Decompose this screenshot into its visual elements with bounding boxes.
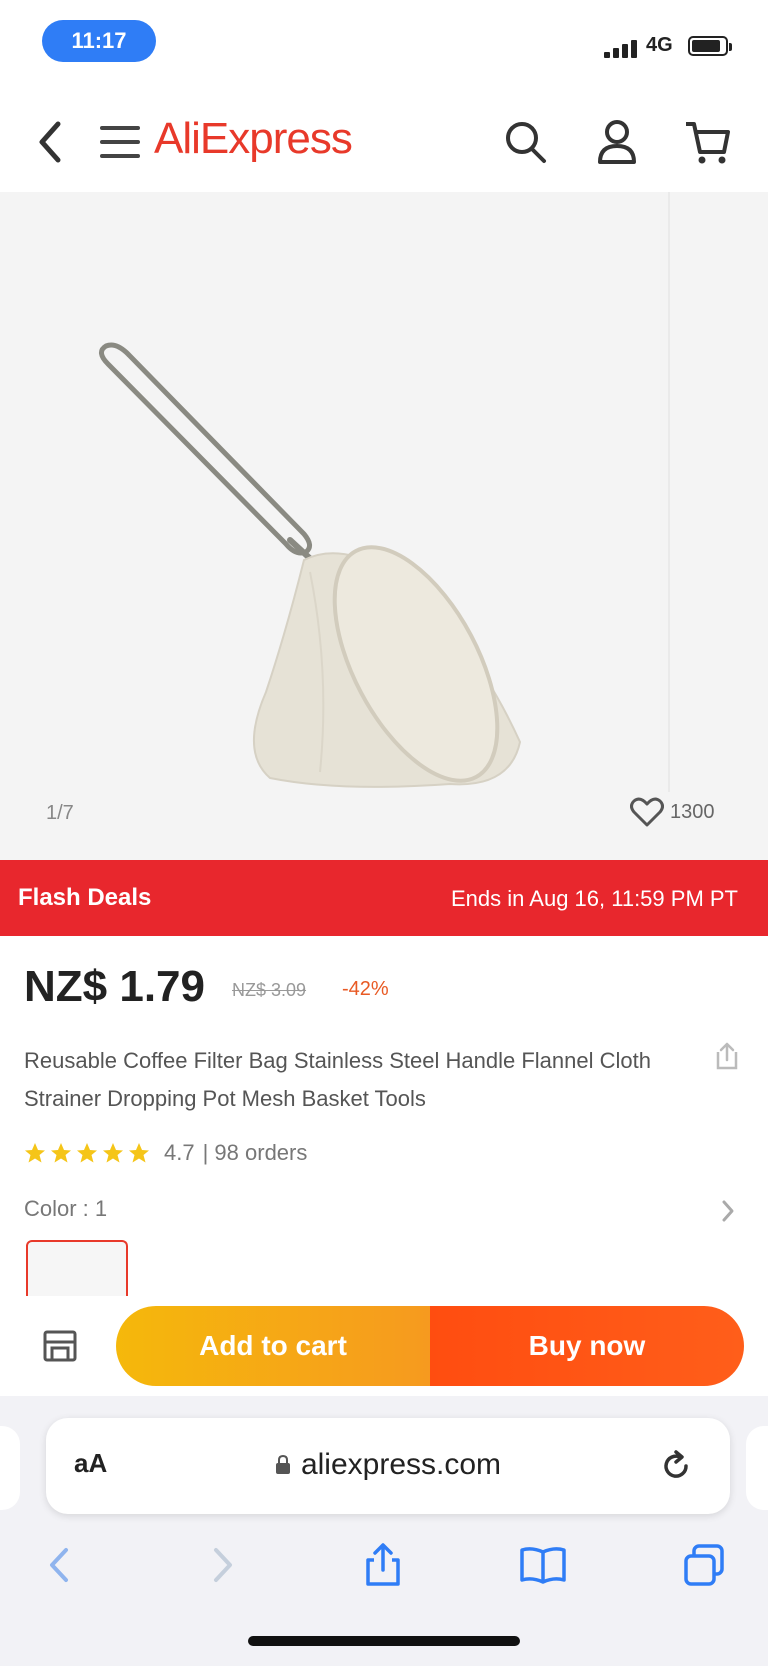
- status-time: 11:17: [42, 20, 156, 62]
- star-icon: [129, 1143, 149, 1163]
- signal-icon: [604, 38, 638, 58]
- search-icon[interactable]: [500, 116, 550, 168]
- star-icon: [25, 1143, 45, 1163]
- wishlist-count: 1300: [670, 800, 715, 823]
- address-bar[interactable]: aA aliexpress.com: [46, 1418, 730, 1514]
- purchase-bar: Add to cart Buy now: [0, 1296, 768, 1396]
- share-icon[interactable]: [712, 1042, 742, 1072]
- add-to-cart-button[interactable]: Add to cart: [116, 1306, 430, 1386]
- status-bar: 11:17 4G: [0, 0, 768, 92]
- cart-buy-buttons: Add to cart Buy now: [116, 1306, 744, 1386]
- product-rating[interactable]: 4.7 | 98 orders: [24, 1140, 307, 1166]
- lock-icon: [275, 1455, 290, 1474]
- bookmarks-icon[interactable]: [518, 1540, 568, 1590]
- app-header: AliExpress: [0, 92, 768, 192]
- account-icon[interactable]: [592, 116, 642, 168]
- previous-tab-peek[interactable]: [0, 1426, 20, 1510]
- image-counter: 1/7: [46, 802, 74, 824]
- rating-value: 4.7: [164, 1140, 195, 1165]
- color-swatch[interactable]: [26, 1240, 128, 1300]
- chevron-left-icon: [39, 121, 61, 163]
- browser-back-icon[interactable]: [36, 1540, 86, 1590]
- star-icon: [51, 1143, 71, 1163]
- tabs-icon[interactable]: [680, 1540, 730, 1590]
- browser-forward-icon[interactable]: [196, 1540, 246, 1590]
- product-price: NZ$ 1.79: [24, 962, 205, 1011]
- product-gallery[interactable]: 1/7 1300: [0, 192, 768, 860]
- battery-icon: [688, 36, 732, 56]
- browser-toolbar: aA aliexpress.com: [0, 1396, 768, 1666]
- cart-icon[interactable]: [682, 116, 732, 168]
- original-price: NZ$ 3.09: [232, 980, 307, 1000]
- next-tab-peek[interactable]: [746, 1426, 768, 1510]
- back-button[interactable]: [30, 116, 70, 168]
- url-display[interactable]: aliexpress.com: [46, 1448, 730, 1482]
- rating-stars: [24, 1142, 154, 1164]
- chevron-right-icon[interactable]: [718, 1196, 738, 1226]
- heart-icon: [630, 797, 664, 827]
- product-image: [99, 342, 522, 788]
- share-sheet-icon[interactable]: [358, 1540, 408, 1590]
- product-title: Reusable Coffee Filter Bag Stainless Ste…: [24, 1048, 651, 1111]
- star-icon: [77, 1143, 97, 1163]
- network-label: 4G: [646, 34, 673, 56]
- store-icon[interactable]: [40, 1326, 80, 1366]
- url-text: aliexpress.com: [300, 1448, 502, 1481]
- reload-icon[interactable]: [656, 1446, 696, 1486]
- menu-icon[interactable]: [100, 124, 140, 160]
- discount-badge: -42%: [342, 978, 389, 1000]
- wishlist-button[interactable]: 1300: [630, 794, 715, 830]
- aliexpress-logo[interactable]: AliExpress: [154, 114, 353, 164]
- flash-deals-ends: Ends in Aug 16, 11:59 PM PT: [451, 886, 738, 911]
- orders-count: | 98 orders: [202, 1140, 308, 1165]
- home-indicator: [248, 1636, 520, 1646]
- color-selector-label[interactable]: Color : 1: [24, 1196, 107, 1222]
- flash-deals-label: Flash Deals: [18, 884, 152, 911]
- buy-now-button[interactable]: Buy now: [430, 1306, 744, 1386]
- star-icon: [103, 1143, 123, 1163]
- flash-deals-banner: Flash Deals Ends in Aug 16, 11:59 PM PT: [0, 860, 768, 936]
